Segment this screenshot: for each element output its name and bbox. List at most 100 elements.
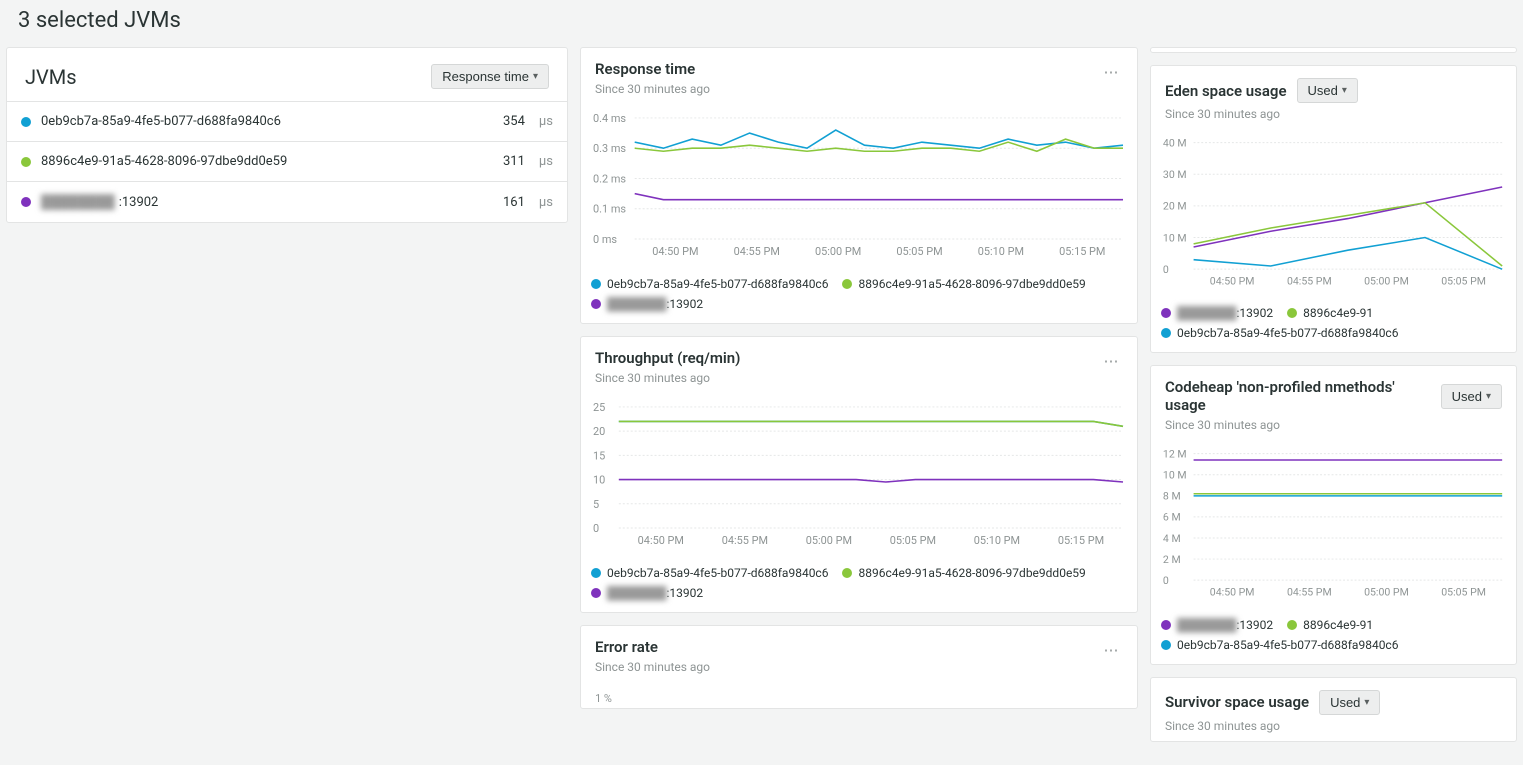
legend-item[interactable]: ███████:13902 [1161,618,1273,632]
legend-label: 8896c4e9-91 [1303,306,1373,320]
legend-item[interactable]: 0eb9cb7a-85a9-4fe5-b077-d688fa9840c6 [1161,638,1398,652]
series-color-dot [1161,640,1171,650]
legend-item[interactable]: ███████:13902 [591,586,703,600]
jvm-value: 311 [503,154,525,169]
y-tick: 0 ms [593,233,617,246]
x-tick: 04:55 PM [1287,586,1332,599]
y-tick: 1 % [595,692,612,705]
chart-legend: ███████:13902 8896c4e9-91 0eb9cb7a-85a9-4f… [1151,610,1516,664]
card-menu-icon[interactable]: ⋯ [1099,349,1123,373]
y-tick: 15 [593,449,605,462]
legend-item[interactable]: 0eb9cb7a-85a9-4fe5-b077-d688fa9840c6 [1161,326,1398,340]
series-color-dot [21,197,31,207]
chart-series-line [1194,203,1503,266]
jvm-row[interactable]: ████████:13902161µs [7,182,567,222]
y-tick: 20 M [1163,200,1187,213]
series-color-dot [842,568,852,578]
x-tick: 04:55 PM [722,534,768,547]
throughput-card: Throughput (req/min) Since 30 minutes ag… [580,336,1138,613]
legend-label: ███████:13902 [607,586,703,600]
x-tick: 05:00 PM [1364,586,1409,599]
legend-item[interactable]: 0eb9cb7a-85a9-4fe5-b077-d688fa9840c6 [591,277,828,291]
series-color-dot [1161,328,1171,338]
series-color-dot [1161,620,1171,630]
chart-series-line [635,194,1123,200]
y-tick: 0 [593,522,599,535]
legend-item[interactable]: ███████:13902 [591,297,703,311]
card-menu-icon[interactable]: ⋯ [1099,638,1123,662]
page-title: 3 selected JVMs [0,0,1523,47]
x-tick: 05:05 PM [896,245,942,258]
series-color-dot [842,279,852,289]
jvm-row[interactable]: 8896c4e9-91a5-4628-8096-97dbe9dd0e59311µ… [7,142,567,182]
y-tick: 5 [593,498,599,511]
response-time-card: Response time Since 30 minutes ago ⋯ 0.4… [580,47,1138,324]
y-tick: 8 M [1163,490,1181,503]
y-tick: 6 M [1163,511,1181,524]
legend-item[interactable]: ███████:13902 [1161,306,1273,320]
x-tick: 05:05 PM [890,534,936,547]
sort-dropdown-label: Response time [442,69,529,84]
y-tick: 0.1 ms [593,203,626,216]
jvm-row[interactable]: 0eb9cb7a-85a9-4fe5-b077-d688fa9840c6354µ… [7,102,567,142]
chart-title: Eden space usage [1165,82,1287,100]
chart-subtitle: Since 30 minutes ago [595,660,710,674]
chart-subtitle: Since 30 minutes ago [595,371,740,385]
x-tick: 04:55 PM [734,245,780,258]
error-rate-card: Error rate Since 30 minutes ago ⋯ 1 % [580,625,1138,709]
legend-item[interactable]: 8896c4e9-91a5-4628-8096-97dbe9dd0e59 [842,566,1085,580]
y-tick: 0.4 ms [593,112,626,125]
x-tick: 04:50 PM [1210,274,1255,287]
card-menu-icon[interactable]: ⋯ [1099,60,1123,84]
y-tick: 25 [593,401,605,414]
y-tick: 0 [1163,263,1169,276]
chart-series-line [619,421,1123,426]
codeheap-chart: 12 M10 M8 M6 M4 M2 M0 04:50 PM04:55 PM05… [1161,446,1506,599]
y-tick: 4 M [1163,532,1181,545]
used-dropdown[interactable]: Used ▾ [1319,690,1380,715]
series-color-dot [591,279,601,289]
sort-dropdown[interactable]: Response time ▾ [431,64,549,89]
jvm-name: ████████:13902 [41,194,493,210]
chart-title: Codeheap 'non-profiled nmethods' usage [1165,378,1431,414]
y-tick: 12 M [1163,448,1187,461]
x-tick: 04:55 PM [1287,274,1332,287]
jvms-card: JVMs Response time ▾ 0eb9cb7a-85a9-4fe5-… [6,47,568,223]
x-tick: 04:50 PM [652,245,698,258]
y-tick: 10 M [1163,231,1187,244]
jvm-unit: µs [539,114,553,129]
legend-label: 8896c4e9-91a5-4628-8096-97dbe9dd0e59 [858,566,1085,580]
x-tick: 05:00 PM [806,534,852,547]
x-tick: 05:15 PM [1059,245,1105,258]
y-tick: 10 M [1163,469,1187,482]
jvms-title: JVMs [25,65,77,89]
legend-item[interactable]: 8896c4e9-91 [1287,306,1373,320]
chart-title: Throughput (req/min) [595,349,740,367]
card-sliver [1150,47,1517,53]
chevron-down-icon: ▾ [533,71,538,82]
series-color-dot [1287,308,1297,318]
eden-card: Eden space usage Used ▾ Since 30 minutes… [1150,65,1517,353]
legend-item[interactable]: 8896c4e9-91a5-4628-8096-97dbe9dd0e59 [842,277,1085,291]
legend-item[interactable]: 0eb9cb7a-85a9-4fe5-b077-d688fa9840c6 [591,566,828,580]
error-rate-chart: 1 % [591,688,1127,708]
legend-item[interactable]: 8896c4e9-91 [1287,618,1373,632]
chart-series-line [1194,238,1503,270]
legend-label: 8896c4e9-91 [1303,618,1373,632]
chart-subtitle: Since 30 minutes ago [1165,107,1358,121]
legend-label: 0eb9cb7a-85a9-4fe5-b077-d688fa9840c6 [1177,638,1398,652]
series-color-dot [21,157,31,167]
response-time-chart: 0.4 ms0.3 ms0.2 ms0.1 ms0 ms 04:50 PM04:… [591,110,1127,259]
x-tick: 05:15 PM [1058,534,1104,547]
series-color-dot [1287,620,1297,630]
legend-label: ███████:13902 [607,297,703,311]
chevron-down-icon: ▾ [1342,85,1347,96]
x-tick: 05:10 PM [974,534,1020,547]
chevron-down-icon: ▾ [1486,391,1491,402]
used-dropdown[interactable]: Used ▾ [1297,78,1358,103]
x-tick: 05:05 PM [1441,274,1486,287]
jvm-unit: µs [539,195,553,210]
chart-subtitle: Since 30 minutes ago [1165,418,1502,432]
used-dropdown[interactable]: Used ▾ [1441,384,1502,409]
series-color-dot [591,299,601,309]
